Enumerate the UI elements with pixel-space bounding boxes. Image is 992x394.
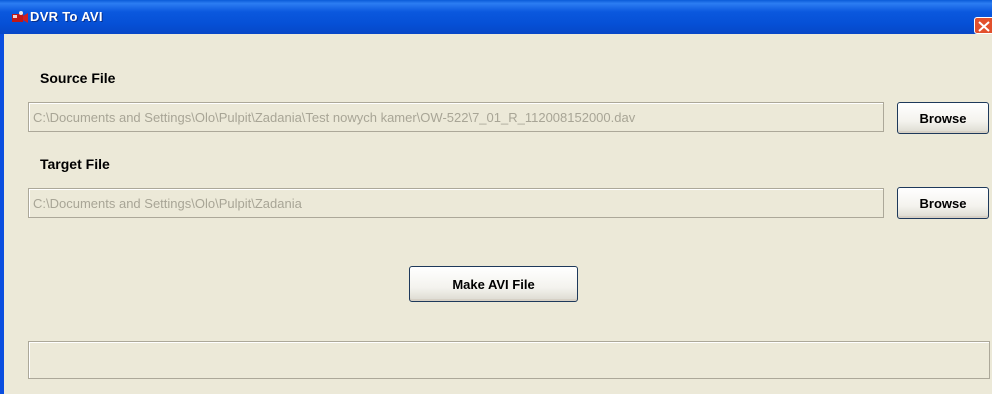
dvr-to-avi-window: DVR To AVI Source File Browse Target Fil…	[0, 0, 992, 394]
source-browse-button[interactable]: Browse	[897, 102, 989, 134]
close-button[interactable]	[974, 17, 992, 34]
source-file-input[interactable]	[29, 103, 883, 131]
title-bar[interactable]: DVR To AVI	[0, 0, 992, 34]
target-file-input[interactable]	[29, 189, 883, 217]
app-icon	[12, 11, 28, 24]
target-file-field[interactable]	[28, 188, 884, 218]
close-icon	[978, 21, 990, 32]
target-file-label: Target File	[40, 156, 110, 172]
source-file-field[interactable]	[28, 102, 884, 132]
window-title: DVR To AVI	[30, 9, 103, 24]
target-browse-button[interactable]: Browse	[897, 187, 989, 219]
make-avi-button[interactable]: Make AVI File	[409, 266, 578, 302]
source-file-label: Source File	[40, 70, 116, 86]
status-bar	[28, 341, 990, 379]
